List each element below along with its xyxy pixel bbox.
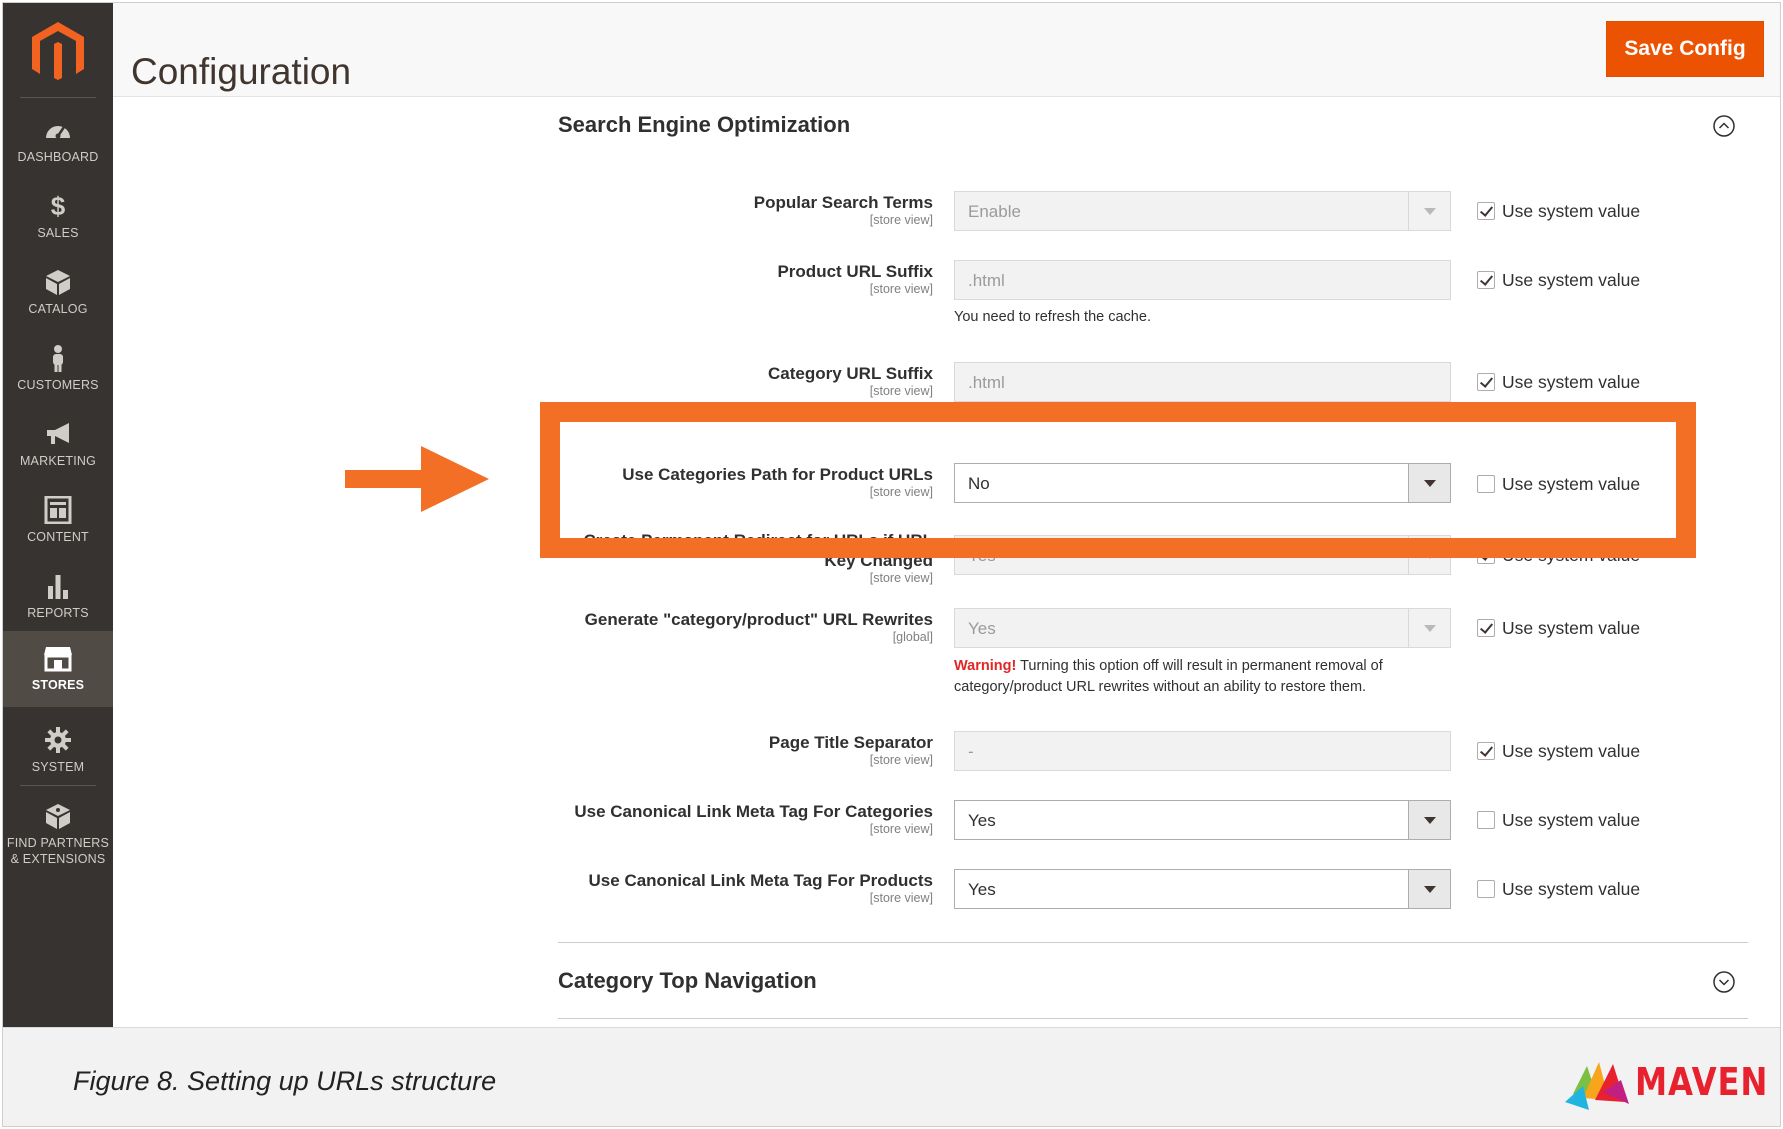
box-icon — [46, 270, 70, 295]
sidebar-item-content[interactable]: CONTENT — [3, 483, 113, 559]
field-label: Generate "category/product" URL Rewrites… — [584, 610, 933, 644]
sidebar-item-reports[interactable]: REPORTS — [3, 559, 113, 635]
field-note: You need to refresh the cache. — [954, 309, 1151, 325]
sidebar-item-catalog[interactable]: CATALOG — [3, 255, 113, 331]
warning-label: Warning! — [954, 658, 1017, 674]
use-system-value-checkbox[interactable]: Use system value — [1477, 372, 1640, 393]
sidebar-item-system[interactable]: SYSTEM — [3, 713, 113, 789]
field-label: Page Title Separator [store view] — [768, 733, 933, 767]
sidebar-item-label: CONTENT — [27, 530, 89, 544]
use-system-value-checkbox[interactable]: Use system value — [1477, 741, 1640, 762]
sidebar-item-label: DASHBOARD — [17, 150, 99, 164]
dashboard-icon — [46, 126, 70, 139]
category-url-suffix-input[interactable]: .html — [954, 362, 1451, 402]
sidebar-item-label: STORES — [31, 678, 85, 692]
sidebar-item-label: FIND PARTNERS — [6, 836, 110, 850]
highlight-box — [540, 402, 1696, 558]
dollar-icon: $ — [50, 191, 66, 221]
arrow-right-icon — [345, 446, 489, 512]
sidebar-divider — [20, 97, 96, 98]
checkbox-icon — [1477, 742, 1495, 760]
chevron-down-icon — [1408, 609, 1450, 647]
section-divider — [558, 942, 1748, 943]
figure-caption: Figure 8. Setting up URLs structure — [73, 1066, 497, 1096]
sidebar-item-label: MARKETING — [19, 454, 97, 468]
sidebar-item-stores[interactable]: STORES — [3, 631, 113, 707]
magento-logo[interactable] — [30, 20, 86, 86]
chevron-down-icon — [1408, 870, 1450, 908]
checkbox-icon — [1477, 271, 1495, 289]
section-title-category-nav[interactable]: Category Top Navigation — [558, 968, 817, 994]
chevron-down-icon — [1408, 192, 1450, 230]
save-config-button[interactable]: Save Config — [1606, 21, 1764, 77]
expand-down-icon[interactable] — [1713, 971, 1735, 993]
sidebar-divider — [20, 785, 96, 786]
field-label: Use Canonical Link Meta Tag For Categori… — [574, 802, 933, 836]
sidebar-item-marketing[interactable]: MARKETING — [3, 407, 113, 483]
page-title: Configuration — [131, 50, 352, 92]
canonical-categories-select[interactable]: Yes — [954, 800, 1451, 840]
field-label: Popular Search Terms [store view] — [753, 193, 933, 227]
admin-sidebar: DASHBOARD $ SALES CATALOG CUSTOMERS MARK… — [3, 3, 113, 1027]
checkbox-icon — [1477, 373, 1495, 391]
use-system-value-checkbox[interactable]: Use system value — [1477, 618, 1640, 639]
warning-note: Warning! Turning this option off will re… — [954, 658, 1383, 695]
sidebar-item-label: SALES — [37, 226, 79, 240]
brand-wordmark: MAVEN — [1635, 1060, 1769, 1104]
canonical-products-select[interactable]: Yes — [954, 869, 1451, 909]
popular-search-terms-select[interactable]: Enable — [954, 191, 1451, 231]
megaphone-icon — [47, 423, 69, 444]
maven-mark-icon — [1565, 1062, 1629, 1110]
checkbox-icon — [1477, 880, 1495, 898]
field-label: Product URL Suffix [store view] — [777, 262, 933, 296]
field-label: Use Canonical Link Meta Tag For Products… — [588, 871, 933, 905]
maven-logo: MAVEN — [1563, 1052, 1767, 1112]
sidebar-item-label: CUSTOMERS — [17, 378, 99, 392]
sidebar-item-dashboard[interactable]: DASHBOARD — [3, 103, 113, 179]
checkbox-icon — [1477, 202, 1495, 220]
section-divider — [558, 1018, 1748, 1019]
figure-footer: Figure 8. Setting up URLs structure MAVE… — [3, 1027, 1780, 1126]
use-system-value-checkbox[interactable]: Use system value — [1477, 270, 1640, 291]
person-icon — [53, 345, 63, 372]
bar-chart-icon — [48, 575, 68, 599]
layout-icon — [44, 496, 72, 524]
sidebar-item-find-partners[interactable]: FIND PARTNERS & EXTENSIONS — [3, 789, 113, 881]
sidebar-item-label: SYSTEM — [31, 760, 85, 774]
generate-url-rewrites-select[interactable]: Yes — [954, 608, 1451, 648]
sidebar-item-label: CATALOG — [28, 302, 88, 316]
sidebar-item-label: & EXTENSIONS — [10, 852, 106, 866]
chevron-down-icon — [1408, 801, 1450, 839]
sidebar-item-sales[interactable]: $ SALES — [3, 179, 113, 255]
storefront-icon — [44, 647, 72, 672]
use-system-value-checkbox[interactable]: Use system value — [1477, 810, 1640, 831]
sidebar-item-label: REPORTS — [27, 606, 89, 620]
collapse-up-icon[interactable] — [1713, 115, 1735, 137]
sidebar-item-customers[interactable]: CUSTOMERS — [3, 331, 113, 407]
product-url-suffix-input[interactable]: .html — [954, 260, 1451, 300]
use-system-value-checkbox[interactable]: Use system value — [1477, 879, 1640, 900]
section-title-seo[interactable]: Search Engine Optimization — [558, 112, 850, 138]
extensions-icon — [46, 804, 70, 829]
page-header: Configuration Save Config — [113, 3, 1780, 97]
use-system-value-checkbox[interactable]: Use system value — [1477, 201, 1640, 222]
field-label: Category URL Suffix [store view] — [768, 364, 933, 398]
gear-icon — [45, 727, 71, 753]
checkbox-icon — [1477, 811, 1495, 829]
page-title-separator-input[interactable]: - — [954, 731, 1451, 771]
checkbox-icon — [1477, 619, 1495, 637]
